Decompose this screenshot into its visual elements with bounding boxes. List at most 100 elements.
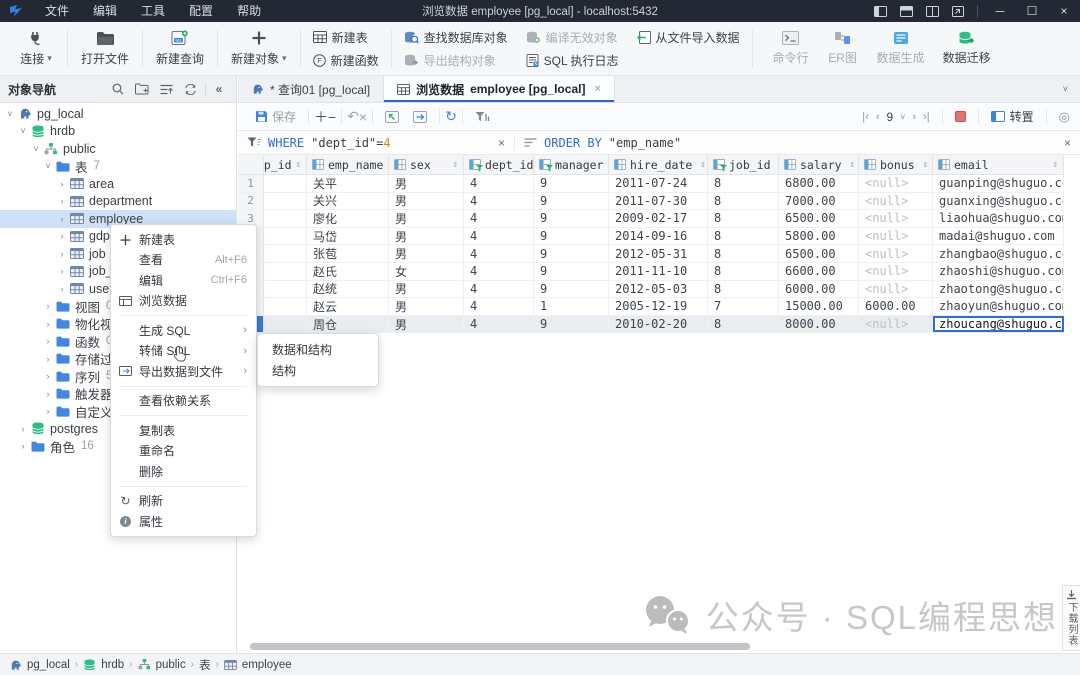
grid-cell[interactable]: 6800.00 [779, 175, 859, 192]
layout-expand-icon[interactable] [945, 6, 971, 17]
new-object-button[interactable]: 新建对象▾ [221, 25, 297, 73]
sort-icon[interactable]: ⇕ [923, 160, 928, 170]
page-size-value[interactable]: 9 [886, 110, 893, 124]
grid-cell[interactable]: 4 [464, 316, 534, 333]
grid-cell[interactable]: 男 [389, 228, 464, 245]
grid-cell[interactable]: 8 [708, 263, 779, 280]
grid-cell[interactable]: 男 [389, 298, 464, 315]
settings-icon[interactable]: ◎ [1059, 109, 1070, 125]
menu-tools[interactable]: 工具 [129, 0, 177, 22]
grid-cell[interactable]: <null> [859, 316, 933, 333]
menu-config[interactable]: 配置 [177, 0, 225, 22]
grid-cell[interactable]: 4 [464, 228, 534, 245]
grid-cell[interactable]: 廖化 [307, 210, 389, 227]
grid-cell[interactable]: 9 [534, 175, 609, 192]
page-size-chevron-icon[interactable]: ˅ [900, 112, 905, 122]
sql-log-button[interactable]: SQL 执行日志 [526, 51, 619, 69]
close-tab-icon[interactable]: × [594, 83, 600, 95]
grid-cell[interactable]: zhangbao@shuguo.com [933, 245, 1064, 262]
grid-cell[interactable]: 9 [534, 210, 609, 227]
import-from-file-button[interactable]: 从文件导入数据 [637, 28, 740, 46]
grid-cell[interactable] [264, 298, 307, 315]
grid-cell[interactable] [264, 245, 307, 262]
grid-cell[interactable]: 女 [389, 263, 464, 280]
grid-cell[interactable]: 2012-05-31 [609, 245, 708, 262]
grid-cell[interactable]: 9 [534, 245, 609, 262]
grid-cell[interactable]: 8 [708, 193, 779, 210]
table-row-selected[interactable]: 9 周仓 男 4 9 2010-02-20 8 8000.00 <null> z… [238, 316, 1064, 334]
expand-arrow-icon[interactable]: › [42, 301, 54, 311]
table-row[interactable]: 2 关兴 男 4 9 2011-07-30 8 7000.00 <null> g… [238, 193, 1064, 211]
grid-cell[interactable]: 4 [464, 263, 534, 280]
expand-arrow-icon[interactable]: › [42, 319, 54, 329]
where-filter[interactable]: WHERE "dept_id"= 4 × [238, 136, 514, 150]
export-row-icon[interactable] [413, 111, 427, 123]
grid-cell[interactable]: <null> [859, 210, 933, 227]
grid-cell[interactable]: 6000.00 [779, 281, 859, 298]
table-row[interactable]: 8 赵云 男 4 1 2005-12-19 7 15000.00 6000.00… [238, 298, 1064, 316]
menu-item-export-data[interactable]: 导出数据到文件 › [111, 361, 256, 382]
delete-row-icon[interactable]: − [328, 109, 336, 125]
grid-cell[interactable]: 关平 [307, 175, 389, 192]
connect-button[interactable]: 连接▾ [8, 25, 64, 73]
menu-item-delete[interactable]: 删除 [111, 461, 256, 482]
grid-cell[interactable]: 8 [708, 316, 779, 333]
grid-cell[interactable]: 8000.00 [779, 316, 859, 333]
expand-arrow-icon[interactable]: › [42, 371, 54, 381]
column-header-dept-id[interactable]: dept_id⇕ [464, 155, 534, 174]
command-line-button[interactable]: 命令行 [764, 25, 818, 73]
grid-cell[interactable]: 2010-02-20 [609, 316, 708, 333]
clear-where-icon[interactable]: × [498, 136, 505, 150]
clear-order-icon[interactable]: × [1064, 136, 1071, 150]
grid-cell[interactable]: 4 [464, 193, 534, 210]
er-diagram-button[interactable]: ER图 [818, 25, 868, 73]
compile-invalid-button[interactable]: 编译无效对象 [526, 28, 619, 46]
table-row[interactable]: 3 廖化 男 4 9 2009-02-17 8 6500.00 <null> l… [238, 210, 1064, 228]
tree-item-public[interactable]: ˅ public [0, 140, 236, 158]
expand-arrow-icon[interactable]: › [56, 231, 68, 241]
grid-cell[interactable]: 8 [708, 281, 779, 298]
grid-cell[interactable]: zhaoyun@shuguo.com [933, 298, 1064, 315]
expand-arrow-icon[interactable]: ˅ [42, 161, 54, 171]
grid-cell[interactable]: 5800.00 [779, 228, 859, 245]
sort-icon[interactable]: ⇕ [850, 160, 855, 170]
expand-arrow-icon[interactable]: › [56, 249, 68, 259]
prev-page-icon[interactable]: ‹ [876, 111, 880, 123]
grid-cell[interactable]: 4 [464, 175, 534, 192]
grid-cell[interactable]: <null> [859, 263, 933, 280]
tab-query01[interactable]: * 查询01 [pg_local] [238, 76, 384, 102]
new-folder-icon[interactable] [131, 83, 153, 95]
column-header-p-id[interactable]: p_id⇕ [264, 155, 307, 174]
tree-item-department[interactable]: › department [0, 193, 236, 211]
cancel-icon[interactable]: × [359, 109, 367, 125]
grid-cell[interactable]: zhaoshi@shuguo.com [933, 263, 1064, 280]
expand-arrow-icon[interactable]: › [42, 354, 54, 364]
data-migrate-button[interactable]: 数据迁移 [934, 25, 1000, 73]
grid-cell[interactable]: 9 [534, 263, 609, 280]
column-header-salary[interactable]: salary⇕ [779, 155, 859, 174]
menu-item-generate-sql[interactable]: 生成 SQL › [111, 320, 256, 341]
grid-cell[interactable]: 1 [534, 298, 609, 315]
grid-cell[interactable]: 4 [464, 281, 534, 298]
grid-cell[interactable]: 9 [534, 316, 609, 333]
menu-file[interactable]: 文件 [33, 0, 81, 22]
menu-item-new-table[interactable]: ＋ 新建表 [111, 229, 256, 250]
download-list-panel[interactable]: 下载列表 [1062, 585, 1080, 651]
layout-split-icon[interactable] [919, 6, 945, 17]
table-row[interactable]: 1 关平 男 4 9 2011-07-24 8 6800.00 <null> g… [238, 175, 1064, 193]
grid-cell[interactable] [264, 316, 307, 333]
column-header-sex[interactable]: sex⇕ [389, 155, 464, 174]
column-header-hire-date[interactable]: hire_date⇕ [609, 155, 708, 174]
add-row-icon[interactable]: ＋ [314, 107, 328, 127]
minimize-button[interactable]: ─ [984, 0, 1016, 22]
grid-cell[interactable]: 关兴 [307, 193, 389, 210]
save-button[interactable]: 保存 [255, 108, 296, 125]
next-page-icon[interactable]: › [912, 111, 916, 123]
expand-arrow-icon[interactable]: › [42, 336, 54, 346]
order-by-filter[interactable]: ORDER BY "emp_name" × [514, 136, 1080, 150]
grid-cell[interactable]: 2011-07-24 [609, 175, 708, 192]
commit-icon[interactable] [385, 111, 399, 123]
grid-cell[interactable]: 2005-12-19 [609, 298, 708, 315]
grid-cell[interactable]: 6000.00 [859, 298, 933, 315]
grid-cell[interactable]: 赵统 [307, 281, 389, 298]
